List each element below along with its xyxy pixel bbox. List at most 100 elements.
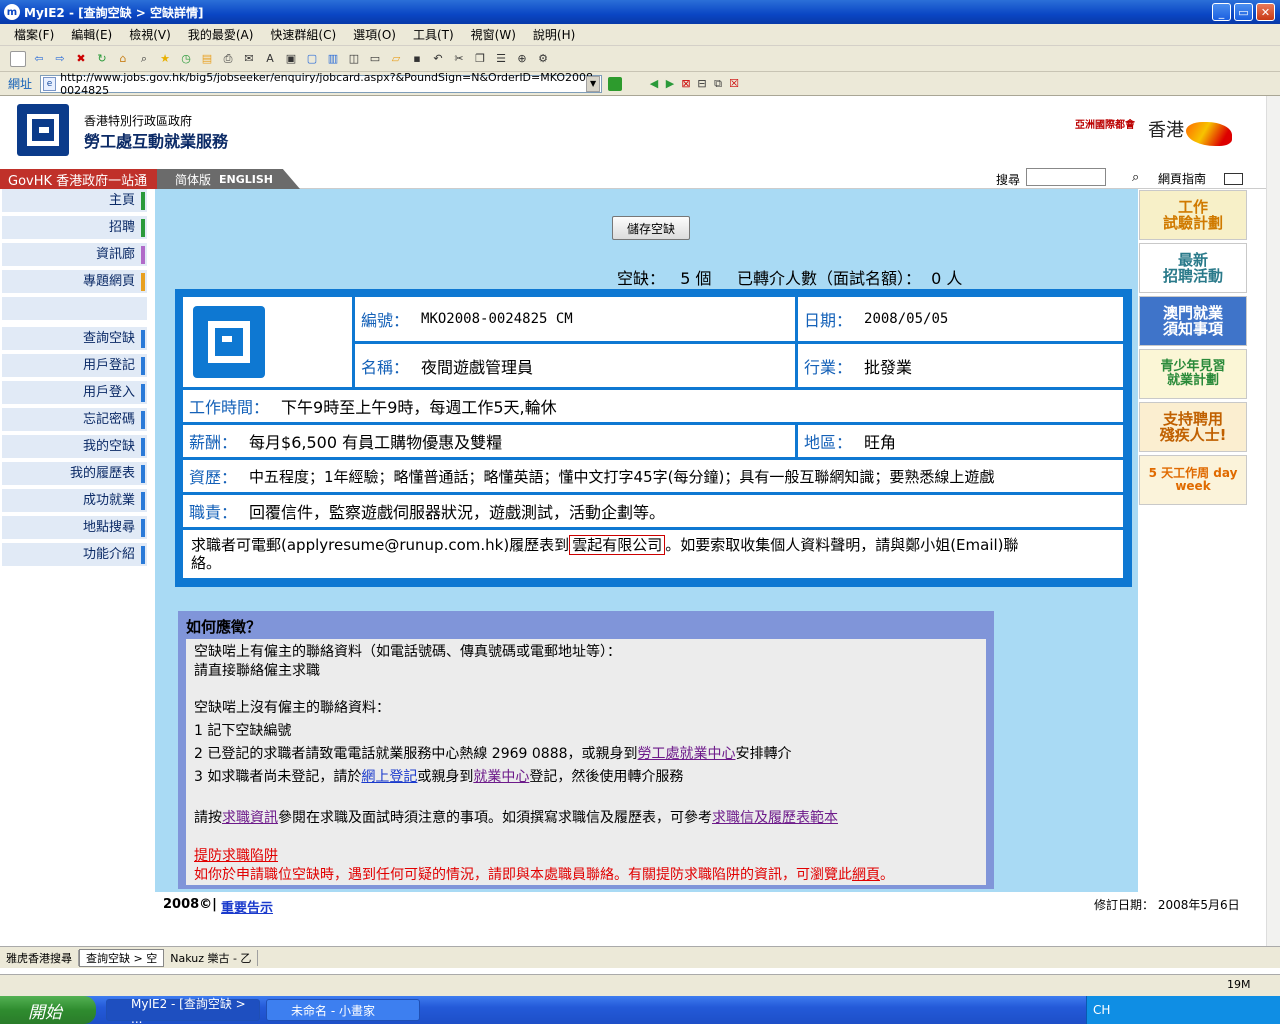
new-page-icon[interactable]: [10, 50, 26, 67]
labour-centre-link[interactable]: 勞工處就業中心: [638, 746, 736, 762]
menu-options[interactable]: 選項(O): [353, 26, 396, 43]
job-district: 旺角: [864, 433, 897, 452]
minimize-button[interactable]: _: [1212, 3, 1231, 21]
sidebar-item-resume[interactable]: 我的履歷表: [2, 462, 147, 486]
job-date-label: 日期：: [804, 311, 853, 330]
tile-icon[interactable]: ▥: [325, 51, 341, 67]
job-info-link[interactable]: 求職資訊: [222, 810, 278, 826]
job-industry-cell: 行業： 批發業: [797, 343, 1124, 388]
resume-sample-link[interactable]: 求職信及履歷表範本: [712, 810, 838, 826]
history-icon[interactable]: ◷: [178, 51, 194, 67]
govhk-link[interactable]: GovHK 香港政府一站通: [0, 169, 157, 189]
window-icon[interactable]: ▢: [304, 51, 320, 67]
sidebar-item-location[interactable]: 地點搜尋: [2, 516, 147, 540]
menu-groups[interactable]: 快速群組(C): [270, 26, 336, 43]
print-icon[interactable]: ⎙: [220, 51, 236, 67]
close-tab-icon[interactable]: ⊠: [678, 76, 694, 92]
undo-icon[interactable]: ↶: [430, 51, 446, 67]
page-icon[interactable]: ▣: [283, 51, 299, 67]
task-paint[interactable]: 未命名 - 小畫家: [266, 999, 420, 1021]
sidebar-item-myvacancy[interactable]: 我的空缺: [2, 435, 147, 459]
list-icon[interactable]: ☰: [493, 51, 509, 67]
site-guide-link[interactable]: 網頁指南: [1158, 170, 1206, 187]
ads-column: [1138, 189, 1266, 892]
screen-icon[interactable]: ▭: [367, 51, 383, 67]
minimize-tab-icon[interactable]: ⊟: [694, 76, 710, 92]
howto-line1: 空缺啱上有僱主的聯絡資料（如電話號碼、傳真號碼或電郵地址等）：: [194, 644, 621, 660]
sidebar-item-register[interactable]: 用戶登記: [2, 354, 147, 378]
menu-window[interactable]: 視窗(W): [471, 26, 516, 43]
settings-icon[interactable]: ⚙: [535, 51, 551, 67]
sidebar-item-success[interactable]: 成功就業: [2, 489, 147, 513]
go-icon[interactable]: [608, 76, 623, 91]
open-icon[interactable]: ▱: [388, 51, 404, 67]
address-dropdown-icon[interactable]: ▼: [586, 75, 601, 92]
mail-toolbar-icon[interactable]: ✉: [241, 51, 257, 67]
folder-icon[interactable]: ▤: [199, 51, 215, 67]
job-district-cell: 地區： 旺角: [797, 424, 1124, 458]
zoom-icon[interactable]: ⊕: [514, 51, 530, 67]
address-input[interactable]: e http://www.jobs.gov.hk/big5/jobseeker/…: [40, 71, 603, 97]
nav-forward-icon[interactable]: ▶: [662, 76, 678, 92]
menu-tools[interactable]: 工具(T): [413, 26, 454, 43]
task-myie2[interactable]: MyIE2 - [查詢空缺 > ...: [106, 997, 260, 1026]
ad-macau[interactable]: 澳門就業 須知事項: [1139, 296, 1247, 346]
menu-file[interactable]: 檔案(F): [14, 26, 54, 43]
mail-icon[interactable]: [1224, 173, 1243, 185]
job-trap-webpage-link[interactable]: 網頁: [852, 867, 880, 883]
search-toolbar-icon[interactable]: ⌕: [136, 51, 152, 67]
ad-disabled[interactable]: 支持聘用 殘疾人士!: [1139, 402, 1247, 452]
sidebar-item-features[interactable]: 功能介紹: [2, 543, 147, 567]
job-trap-warning: 如你於申請職位空缺時，遇到任何可疑的情況，請即與本處職員聯絡。有關提防求職陷阱的…: [194, 867, 894, 883]
close-all-icon[interactable]: ☒: [726, 76, 742, 92]
menu-help[interactable]: 說明(H): [533, 26, 575, 43]
tab-nakuz[interactable]: Nakuz 樂古 - 乙: [164, 949, 259, 966]
sidebar-item-vacancy[interactable]: 查詢空缺: [2, 327, 147, 351]
sidebar-item-info[interactable]: 資訊廊: [2, 243, 147, 267]
sidebar-item-special[interactable]: 專題網頁: [2, 270, 147, 294]
close-button[interactable]: ✕: [1256, 3, 1275, 21]
simplified-link[interactable]: 简体版: [175, 171, 211, 188]
save-vacancy-button[interactable]: 儲存空缺: [612, 216, 690, 240]
start-button[interactable]: 開始: [0, 996, 96, 1024]
menu-edit[interactable]: 編輯(E): [71, 26, 112, 43]
sidebar-item-recruit[interactable]: 招聘: [2, 216, 147, 240]
vertical-scrollbar[interactable]: [1266, 96, 1280, 946]
sidebar-item-forgot[interactable]: 忘記密碼: [2, 408, 147, 432]
save-icon[interactable]: ▪: [409, 51, 425, 67]
ad-work-trial[interactable]: 工作 試驗計劃: [1139, 190, 1247, 240]
menu-view[interactable]: 檢視(V): [129, 26, 171, 43]
ad-recruitment[interactable]: 最新 招聘活動: [1139, 243, 1247, 293]
job-trap-link[interactable]: 提防求職陷阱: [194, 845, 278, 865]
tab-vacancy[interactable]: 查詢空缺 > 空: [79, 948, 165, 967]
stop-icon[interactable]: ✖: [73, 51, 89, 67]
font-icon[interactable]: A: [262, 51, 278, 67]
sidebar-item-login[interactable]: 用戶登入: [2, 381, 147, 405]
nav-back-icon[interactable]: ◀: [646, 76, 662, 92]
tab-yahoo[interactable]: 雅虎香港搜尋: [0, 949, 79, 966]
search-input[interactable]: [1026, 168, 1106, 186]
menu-favorites[interactable]: 我的最愛(A): [188, 26, 254, 43]
input-method[interactable]: CH: [1093, 1003, 1110, 1017]
forward-icon[interactable]: ⇨: [52, 51, 68, 67]
english-link[interactable]: ENGLISH: [219, 173, 273, 186]
job-duties-cell: 職責： 回覆信件，監察遊戲伺服器狀況，遊戲測試，活動企劃等。: [182, 494, 1124, 528]
group-icon[interactable]: ◫: [346, 51, 362, 67]
online-register-link[interactable]: 網上登記: [361, 769, 417, 785]
favorites-icon[interactable]: ★: [157, 51, 173, 67]
important-notice-link[interactable]: 重要告示: [221, 897, 273, 916]
sidebar-item-home[interactable]: 主頁: [2, 189, 147, 213]
copy-icon[interactable]: ❐: [472, 51, 488, 67]
address-url: http://www.jobs.gov.hk/big5/jobseeker/en…: [60, 70, 597, 97]
refresh-icon[interactable]: ↻: [94, 51, 110, 67]
labour-department-logo: [17, 104, 69, 156]
ad-5day-week[interactable]: 5 天工作周 day week: [1139, 455, 1247, 505]
ad-youth[interactable]: 青少年見習 就業計劃: [1139, 349, 1247, 399]
search-icon[interactable]: ⌕: [1132, 170, 1139, 185]
back-icon[interactable]: ⇦: [31, 51, 47, 67]
cut-icon[interactable]: ✂: [451, 51, 467, 67]
restore-tab-icon[interactable]: ⧉: [710, 76, 726, 92]
job-centre-link[interactable]: 就業中心: [473, 769, 529, 785]
home-icon[interactable]: ⌂: [115, 51, 131, 67]
restore-button[interactable]: ▭: [1234, 3, 1253, 21]
